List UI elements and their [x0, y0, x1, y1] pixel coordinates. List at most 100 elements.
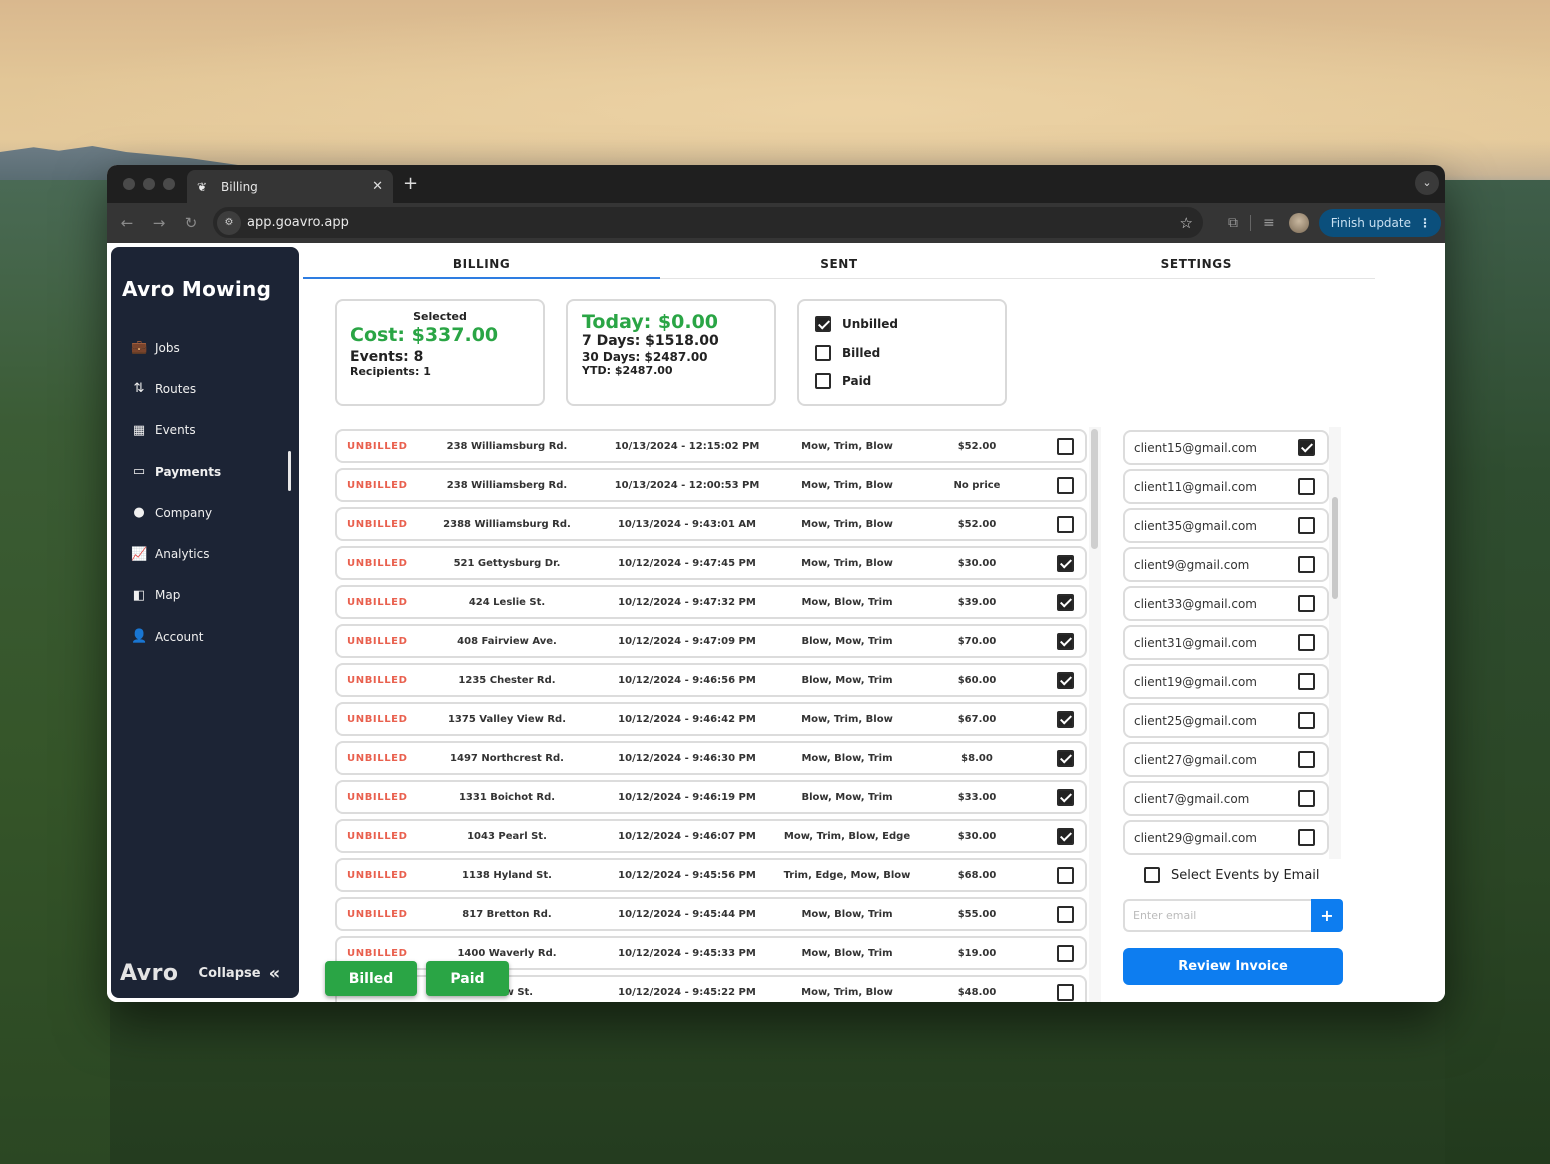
recipient-select-checkbox[interactable]	[1298, 556, 1315, 573]
event-select-checkbox[interactable]	[1057, 828, 1074, 845]
recipient-email-row[interactable]: client27@gmail.com	[1123, 742, 1329, 777]
event-select-checkbox[interactable]	[1057, 945, 1074, 962]
event-select-checkbox[interactable]	[1057, 906, 1074, 923]
close-icon[interactable]: ✕	[372, 179, 383, 194]
sidebar-item-routes[interactable]: ⇅ Routes	[111, 368, 299, 409]
avatar-icon[interactable]	[1288, 213, 1309, 233]
address-bar[interactable]: ⚙ app.goavro.app ☆	[213, 207, 1203, 238]
minimize-window-button[interactable]	[143, 178, 155, 190]
calendar-icon: ▦	[132, 422, 146, 438]
collapse-button[interactable]: Collapse «	[199, 963, 281, 984]
event-row[interactable]: UNBILLED 1331 Boichot Rd. 10/12/2024 - 9:4…	[335, 780, 1087, 814]
event-select-checkbox[interactable]	[1057, 555, 1074, 572]
recipient-email-row[interactable]: client19@gmail.com	[1123, 664, 1329, 699]
tab-sent[interactable]: SENT	[660, 257, 1017, 278]
kebab-icon[interactable]: ⋮	[1419, 216, 1431, 230]
event-row[interactable]: UNBILLED 408 Fairview Ave. 10/12/2024 - 9:…	[335, 624, 1087, 658]
filter-unbilled-checkbox[interactable]	[815, 316, 831, 333]
reload-icon[interactable]: ↻	[175, 214, 207, 232]
plus-icon[interactable]: +	[403, 173, 418, 194]
review-invoice-button[interactable]: Review Invoice	[1123, 948, 1343, 985]
sidebar-item-jobs[interactable]: 💼 Jobs	[111, 327, 299, 368]
event-row[interactable]: UNBILLED 521 Gettysburg Dr. 10/12/2024 - 9…	[335, 546, 1087, 580]
recipient-email-row[interactable]: client35@gmail.com	[1123, 508, 1329, 543]
recipient-email-row[interactable]: client9@gmail.com	[1123, 547, 1329, 582]
event-price: $67.00	[957, 714, 997, 725]
event-select-checkbox[interactable]	[1057, 438, 1074, 455]
filter-unbilled[interactable]: Unbilled	[799, 310, 1005, 339]
arrow-right-icon[interactable]: →	[143, 214, 175, 232]
event-row[interactable]: UNBILLED 1497 Northcrest Rd. 10/12/2024 - …	[335, 741, 1087, 775]
event-row[interactable]: UNBILLED 1138 Hyland St. 10/12/2024 - 9:45…	[335, 858, 1087, 892]
recipient-email-row[interactable]: client31@gmail.com	[1123, 625, 1329, 660]
maximize-window-button[interactable]	[163, 178, 175, 190]
recipient-select-checkbox[interactable]	[1298, 517, 1315, 534]
event-status: UNBILLED	[347, 558, 408, 569]
filter-paid-checkbox[interactable]	[815, 373, 831, 390]
recipient-email-row[interactable]: client7@gmail.com	[1123, 781, 1329, 816]
event-select-checkbox[interactable]	[1057, 867, 1074, 884]
mark-billed-button[interactable]: Billed	[325, 961, 417, 996]
recipient-email-row[interactable]: client11@gmail.com	[1123, 469, 1329, 504]
filter-billed-checkbox[interactable]	[815, 344, 831, 361]
sidebar-item-events[interactable]: ▦ Events	[111, 410, 299, 451]
event-select-checkbox[interactable]	[1057, 633, 1074, 650]
event-select-checkbox[interactable]	[1057, 516, 1074, 533]
recipient-select-checkbox[interactable]	[1298, 478, 1315, 495]
event-row[interactable]: UNBILLED 2388 Williamsburg Rd. 10/13/2024 …	[335, 507, 1087, 541]
event-row[interactable]: UNBILLED 1375 Valley View Rd. 10/12/2024 -…	[335, 702, 1087, 736]
browser-tab-billing[interactable]: ❦ Billing ✕	[187, 170, 393, 203]
event-row[interactable]: UNBILLED 238 Williamsberg Rd. 10/13/2024 -…	[335, 468, 1087, 502]
recipient-select-checkbox[interactable]	[1298, 673, 1315, 690]
event-select-checkbox[interactable]	[1057, 672, 1074, 689]
puzzle-icon[interactable]: ⧉	[1228, 215, 1238, 231]
arrow-left-icon[interactable]: ←	[111, 214, 143, 232]
tune-icon[interactable]: ⚙	[217, 210, 241, 235]
sidebar-item-account[interactable]: 👤 Account	[111, 616, 299, 657]
sidebar-item-analytics[interactable]: 📈 Analytics	[111, 533, 299, 574]
filter-billed[interactable]: Billed	[799, 339, 1005, 368]
event-row[interactable]: UNBILLED 1235 Chester Rd. 10/12/2024 - 9:4…	[335, 663, 1087, 697]
finish-update-button[interactable]: Finish update ⋮	[1318, 209, 1441, 237]
select-by-email-checkbox[interactable]	[1144, 867, 1160, 883]
tab-settings[interactable]: SETTINGS	[1018, 257, 1375, 278]
add-email-button[interactable]: +	[1311, 899, 1343, 932]
url-text[interactable]: app.goavro.app	[247, 215, 1180, 230]
recipient-select-checkbox[interactable]	[1298, 439, 1315, 456]
event-select-checkbox[interactable]	[1057, 984, 1074, 1001]
event-select-checkbox[interactable]	[1057, 750, 1074, 767]
chevron-down-icon[interactable]: ⌄	[1415, 171, 1439, 195]
recipient-select-checkbox[interactable]	[1298, 634, 1315, 651]
star-icon[interactable]: ☆	[1180, 214, 1193, 232]
media-queue-icon[interactable]: ≡	[1263, 215, 1275, 231]
event-row[interactable]: UNBILLED 424 Leslie St. 10/12/2024 - 9:47:…	[335, 585, 1087, 619]
recipient-email-row[interactable]: client15@gmail.com	[1123, 430, 1329, 465]
event-row[interactable]: UNBILLED 817 Bretton Rd. 10/12/2024 - 9:45…	[335, 897, 1087, 931]
event-price: $55.00	[957, 909, 997, 920]
sidebar-item-company[interactable]: ● Company	[111, 492, 299, 533]
event-select-checkbox[interactable]	[1057, 477, 1074, 494]
event-select-checkbox[interactable]	[1057, 711, 1074, 728]
event-select-checkbox[interactable]	[1057, 789, 1074, 806]
sidebar-item-map[interactable]: ◧ Map	[111, 575, 299, 616]
event-row[interactable]: UNBILLED 238 Williamsburg Rd. 10/13/2024 -…	[335, 429, 1087, 463]
mark-paid-button[interactable]: Paid	[426, 961, 509, 996]
tab-billing[interactable]: BILLING	[303, 257, 661, 279]
sidebar-item-payments[interactable]: ▭ Payments	[111, 450, 299, 492]
recipient-select-checkbox[interactable]	[1298, 790, 1315, 807]
recipient-email-row[interactable]: client33@gmail.com	[1123, 586, 1329, 621]
event-select-checkbox[interactable]	[1057, 594, 1074, 611]
recipient-select-checkbox[interactable]	[1298, 829, 1315, 846]
recipient-email-row[interactable]: client29@gmail.com	[1123, 820, 1329, 855]
event-address: 1375 Valley View Rd.	[447, 714, 567, 725]
recipient-select-checkbox[interactable]	[1298, 595, 1315, 612]
event-row[interactable]: UNBILLED 1043 Pearl St. 10/12/2024 - 9:46:…	[335, 819, 1087, 853]
recipient-select-checkbox[interactable]	[1298, 751, 1315, 768]
event-status: UNBILLED	[347, 792, 408, 803]
recipient-email-row[interactable]: client25@gmail.com	[1123, 703, 1329, 738]
close-window-button[interactable]	[123, 178, 135, 190]
recipient-select-checkbox[interactable]	[1298, 712, 1315, 729]
filter-paid[interactable]: Paid	[799, 367, 1005, 396]
select-events-by-email-toggle[interactable]: Select Events by Email	[1144, 867, 1320, 883]
email-input[interactable]	[1123, 899, 1311, 932]
